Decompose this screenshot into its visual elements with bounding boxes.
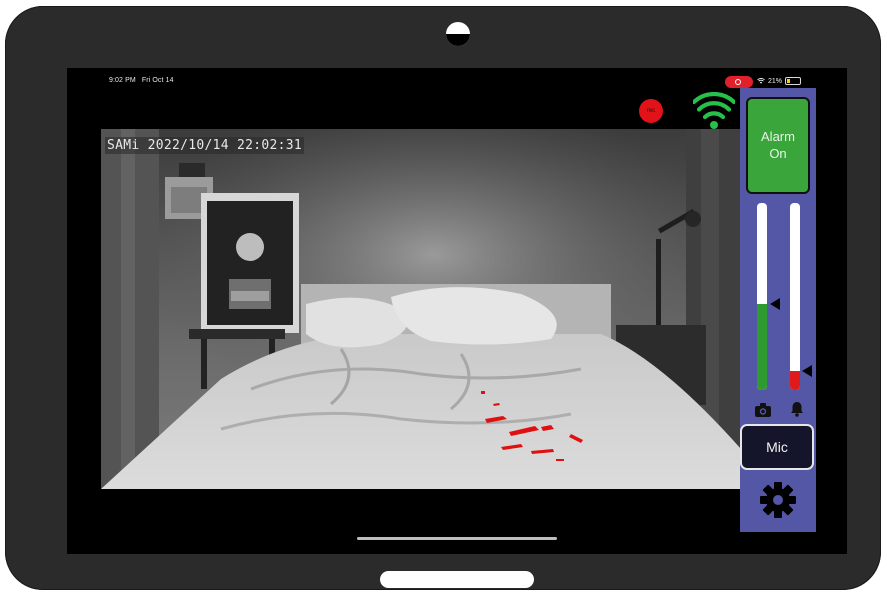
alarm-toggle-button[interactable]: Alarm On: [746, 97, 810, 194]
status-wifi-icon: [757, 78, 765, 84]
alarm-label-line2: On: [769, 145, 787, 161]
bedroom-scene-image: [101, 129, 741, 489]
home-indicator[interactable]: [357, 537, 557, 540]
tablet-home-bar: [380, 571, 534, 588]
alarm-label-line1: Alarm: [761, 128, 795, 144]
alarm-sensitivity-slider[interactable]: [790, 203, 800, 390]
wifi-icon: [693, 92, 735, 129]
gear-icon[interactable]: [759, 481, 797, 519]
battery-icon: [785, 77, 802, 85]
tablet-screen: 9:02 PM Fri Oct 14 21% rec SAMi 2022/10/…: [67, 68, 847, 554]
rec-button[interactable]: rec: [639, 99, 663, 123]
video-timestamp: SAMi 2022/10/14 22:02:31: [105, 137, 305, 154]
status-time-date: 9:02 PM Fri Oct 14: [109, 77, 178, 84]
alarm-slider-fill: [790, 371, 800, 390]
status-date: Fri Oct 14: [141, 77, 174, 84]
tablet-frame: 9:02 PM Fri Oct 14 21% rec SAMi 2022/10/…: [5, 6, 881, 590]
camera-sensitivity-slider[interactable]: [757, 203, 767, 390]
battery-percent: 21%: [768, 77, 783, 85]
camera-slider-thumb[interactable]: [770, 297, 780, 310]
alarm-slider-thumb[interactable]: [802, 365, 812, 378]
camera-icon: [755, 403, 771, 417]
status-time: 9:02 PM: [109, 77, 136, 84]
front-camera: [446, 22, 470, 46]
battery-fill: [787, 79, 791, 83]
mic-button[interactable]: Mic: [740, 424, 814, 470]
recording-indicator-icon: [725, 76, 753, 88]
status-right: 21%: [757, 77, 802, 85]
bell-icon: [791, 402, 803, 417]
camera-slider-fill: [757, 303, 767, 390]
control-sidebar: Alarm On Mic: [740, 88, 816, 532]
camera-feed[interactable]: SAMi 2022/10/14 22:02:31: [101, 129, 741, 489]
